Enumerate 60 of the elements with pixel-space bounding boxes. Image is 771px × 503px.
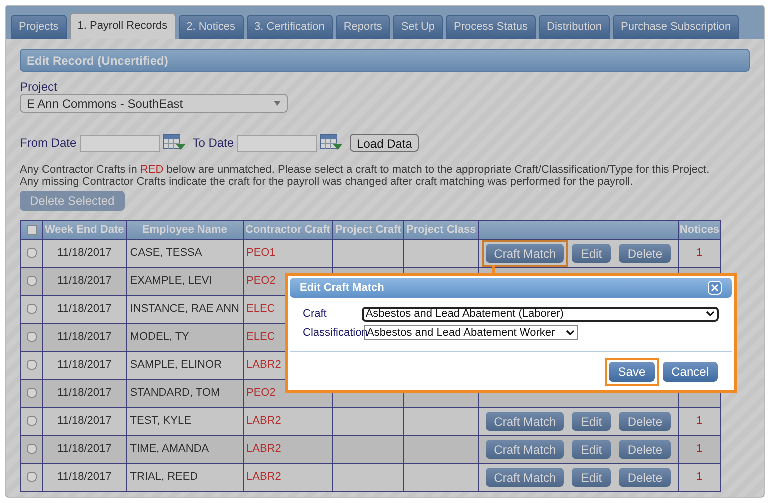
row-checkbox[interactable] <box>26 360 36 370</box>
field-label: Craft <box>303 307 328 322</box>
select-all-checkbox[interactable] <box>26 224 36 235</box>
tab[interactable]: Process Status <box>446 15 536 39</box>
row-checkbox[interactable] <box>26 444 36 454</box>
field-label: Project <box>20 80 58 94</box>
row-action-button[interactable]: Delete <box>619 468 672 487</box>
column-header: Employee Name <box>126 220 243 240</box>
close-icon <box>711 284 719 292</box>
field-label: To Date <box>192 135 234 152</box>
row-action-button[interactable]: Craft Match <box>486 468 564 487</box>
table-cell: LABR2 <box>243 464 333 492</box>
row-checkbox[interactable] <box>26 332 36 342</box>
row-action-button[interactable]: Craft Match <box>486 440 564 459</box>
tab[interactable]: 1. Payroll Records <box>70 13 176 39</box>
row-checkbox[interactable] <box>26 276 36 286</box>
section-header: Edit Record (Uncertified) <box>20 49 750 72</box>
row-action-button[interactable]: Delete <box>619 412 672 431</box>
note-text: Any Contractor Crafts in RED below are unmatched. Please select a craft to match to the appropriate Craft/Classification/Type for this Project. <box>20 164 711 176</box>
row-checkbox[interactable] <box>26 472 36 482</box>
row-action-button[interactable]: Delete <box>619 440 672 459</box>
caret-icon <box>274 101 281 106</box>
dialog-button[interactable]: Save <box>609 362 655 382</box>
chevron-icon <box>566 330 575 336</box>
row-action-button[interactable]: Edit <box>572 468 612 487</box>
row-action-button[interactable]: Craft Match <box>486 244 564 263</box>
row-action-button[interactable]: Delete <box>619 244 672 263</box>
dialog-button[interactable]: Cancel <box>662 362 718 382</box>
column-header: Project Class <box>404 220 479 240</box>
row-action-button[interactable]: Edit <box>572 244 612 263</box>
table-cell: TRIAL, REED <box>126 464 243 492</box>
note-text: Any missing Contractor Crafts indicate the craft for the payroll was changed after craft matching was performed for the payroll. <box>20 176 634 188</box>
row-action-button[interactable]: Edit <box>572 412 612 431</box>
date-field[interactable] <box>80 134 160 152</box>
table-cell: 1 <box>678 464 721 492</box>
row-checkbox[interactable] <box>26 416 36 426</box>
calendar-icon[interactable] <box>320 134 344 152</box>
tab[interactable]: Purchase Subscription <box>613 15 740 39</box>
row-checkbox[interactable] <box>26 304 36 314</box>
field-label: From Date <box>20 135 77 152</box>
row-checkbox[interactable] <box>26 388 36 398</box>
tab[interactable]: Distribution <box>539 15 610 39</box>
calendar-icon[interactable] <box>162 134 187 152</box>
chevron-icon <box>706 311 715 318</box>
column-header: Contractor Craft <box>243 220 333 240</box>
table-cell: 11/18/2017 <box>42 464 127 492</box>
date-field[interactable] <box>237 134 318 152</box>
tab[interactable]: 3. Certification <box>246 15 333 39</box>
row-action-button[interactable]: Edit <box>572 440 612 459</box>
tab[interactable]: Projects <box>11 15 67 39</box>
dropdown-field[interactable]: Asbestos and Lead Abatement (Laborer) <box>362 306 719 322</box>
project-select[interactable]: E Ann Commons - SouthEast <box>20 94 288 113</box>
column-header: Week End Date <box>42 220 127 240</box>
row-checkbox[interactable] <box>26 248 36 258</box>
load-data-button[interactable]: Load Data <box>350 134 420 152</box>
tab[interactable]: 2. Notices <box>178 15 244 39</box>
tab[interactable]: Set Up <box>393 15 444 39</box>
close-button[interactable] <box>708 281 722 295</box>
tab[interactable]: Reports <box>336 15 390 39</box>
row-action-button[interactable]: Craft Match <box>486 412 564 431</box>
